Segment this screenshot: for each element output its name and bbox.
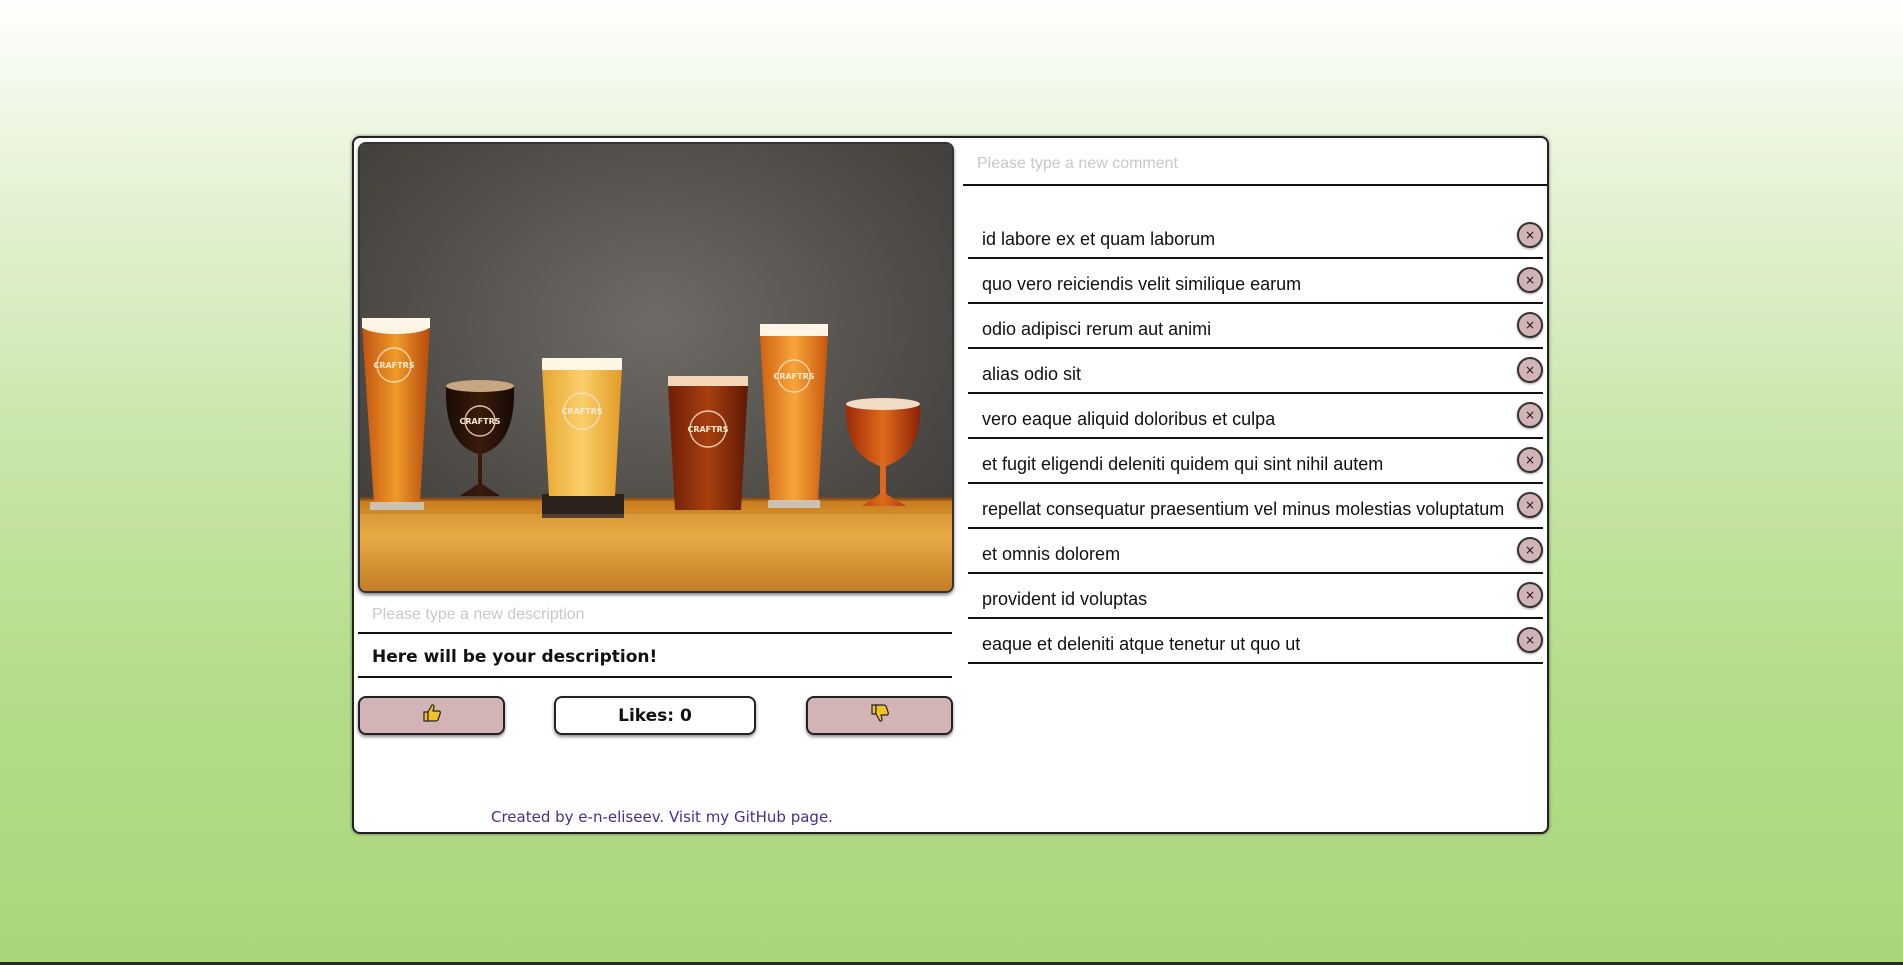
svg-text:CRAFTRS: CRAFTRS [687,425,728,434]
delete-comment-button[interactable]: × [1517,627,1543,653]
comment-input[interactable] [963,144,1547,186]
comment-list: id labore ex et quam laborum × quo vero … [968,214,1543,664]
comment-item: provident id voluptas × [968,574,1543,619]
svg-text:CRAFTRS: CRAFTRS [773,372,814,381]
comment-item: vero eaque aliquid doloribus et culpa × [968,394,1543,439]
comment-item: repellat consequatur praesentium vel min… [968,484,1543,529]
comment-text: id labore ex et quam laborum [982,229,1216,249]
delete-comment-button[interactable]: × [1517,447,1543,473]
dislike-button[interactable] [806,696,953,735]
description-input[interactable] [358,598,952,634]
comment-text: provident id voluptas [982,589,1148,609]
svg-text:CRAFTRS: CRAFTRS [561,407,602,416]
comment-item: id labore ex et quam laborum × [968,214,1543,259]
delete-comment-button[interactable]: × [1517,402,1543,428]
likes-counter: Likes: 0 [554,696,756,735]
comment-text: eaque et deleniti atque tenetur ut quo u… [982,634,1301,654]
delete-comment-button[interactable]: × [1517,582,1543,608]
comment-item: odio adipisci rerum aut animi × [968,304,1543,349]
comment-text: vero eaque aliquid doloribus et culpa [982,409,1276,429]
delete-comment-button[interactable]: × [1517,312,1543,338]
svg-text:CRAFTRS: CRAFTRS [459,417,500,426]
delete-comment-button[interactable]: × [1517,537,1543,563]
beer-photo: CRAFTRS CRAFTRS CRAFTRS CRAFTRS CRAFTRS [358,142,954,593]
comment-text: repellat consequatur praesentium vel min… [982,499,1505,519]
comment-item: et fugit eligendi deleniti quidem qui si… [968,439,1543,484]
comment-text: odio adipisci rerum aut animi [982,319,1212,339]
like-button[interactable] [358,696,505,735]
comment-item: eaque et deleniti atque tenetur ut quo u… [968,619,1543,664]
comment-item: alias odio sit × [968,349,1543,394]
delete-comment-button[interactable]: × [1517,357,1543,383]
footer-created-by: Created by e-n-eliseev. [491,808,665,826]
comment-text: alias odio sit [982,364,1082,384]
delete-comment-button[interactable]: × [1517,267,1543,293]
comment-item: et omnis dolorem × [968,529,1543,574]
svg-text:CRAFTRS: CRAFTRS [373,361,414,370]
comment-item: quo vero reiciendis velit similique earu… [968,259,1543,304]
thumbs-up-icon [422,703,442,728]
delete-comment-button[interactable]: × [1517,492,1543,518]
comment-text: quo vero reiciendis velit similique earu… [982,274,1302,294]
comment-text: et omnis dolorem [982,544,1121,564]
github-link[interactable]: Visit my GitHub page. [669,808,833,826]
footer: Created by e-n-eliseev. Visit my GitHub … [491,808,833,826]
thumbs-down-icon [870,703,890,728]
app-card: CRAFTRS CRAFTRS CRAFTRS CRAFTRS CRAFTRS … [352,136,1549,834]
description-text: Here will be your description! [358,636,952,678]
delete-comment-button[interactable]: × [1517,222,1543,248]
comment-text: et fugit eligendi deleniti quidem qui si… [982,454,1384,474]
